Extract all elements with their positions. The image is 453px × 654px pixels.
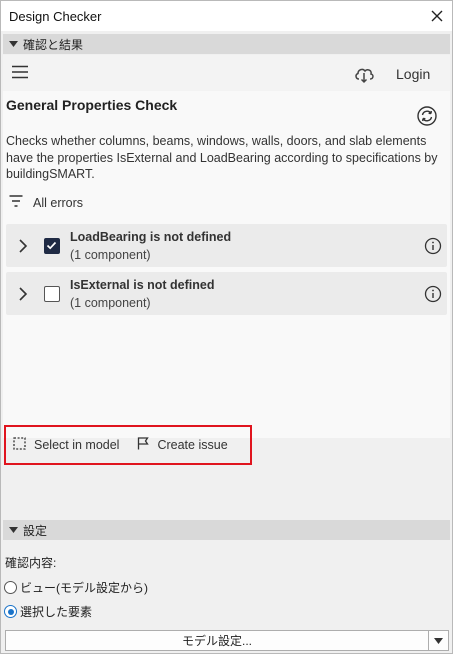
selection-box-icon	[13, 437, 26, 453]
rule-row-loadbearing[interactable]: LoadBearing is not defined (1 component)	[6, 224, 447, 267]
create-issue-label: Create issue	[157, 438, 228, 452]
create-issue-button[interactable]: Create issue	[137, 437, 228, 453]
filter-dropdown[interactable]: All errors	[9, 194, 83, 212]
collapse-triangle-icon	[3, 527, 23, 533]
collapse-triangle-icon	[3, 41, 23, 47]
rule-name: LoadBearing is not defined	[70, 230, 232, 244]
settings-section-header[interactable]: 設定	[3, 520, 450, 540]
radio-view-option[interactable]: ビュー(モデル設定から)	[4, 579, 148, 596]
filter-icon	[9, 194, 23, 212]
filter-label: All errors	[33, 196, 84, 210]
results-section-header[interactable]: 確認と結果	[3, 34, 450, 54]
panel-topbar: Login	[3, 55, 450, 91]
close-icon[interactable]	[422, 1, 452, 31]
model-settings-label: モデル設定...	[181, 634, 252, 648]
chevron-right-icon[interactable]	[16, 286, 30, 302]
check-title: General Properties Check	[6, 97, 178, 113]
hamburger-menu-icon[interactable]	[11, 65, 31, 81]
window-title: Design Checker	[9, 8, 102, 24]
settings-area: 確認内容: ビュー(モデル設定から) 選択した要素 モデル設定...	[1, 541, 452, 653]
results-section-label: 確認と結果	[23, 37, 84, 52]
rule-row-isexternal[interactable]: IsExternal is not defined (1 component)	[6, 272, 447, 315]
rule-component-count: (1 component)	[70, 296, 151, 310]
settings-section-label: 設定	[23, 523, 48, 538]
model-settings-dropdown[interactable]: モデル設定...	[5, 630, 449, 651]
radio-selected[interactable]	[4, 605, 17, 618]
check-content: General Properties Check Checks whether …	[3, 91, 450, 465]
login-button[interactable]: Login	[396, 66, 430, 82]
select-in-model-button[interactable]: Select in model	[13, 437, 119, 453]
refresh-icon[interactable]	[416, 105, 438, 127]
radio-view-label: ビュー(モデル設定から)	[20, 581, 148, 595]
rule-name: IsExternal is not defined	[70, 278, 215, 292]
info-icon[interactable]	[424, 237, 442, 255]
rule-checkbox-isexternal[interactable]	[44, 286, 60, 302]
confirm-content-label: 確認内容:	[5, 556, 57, 570]
chevron-right-icon[interactable]	[16, 238, 30, 254]
radio-selected-label: 選択した要素	[20, 605, 93, 619]
check-description: Checks whether columns, beams, windows, …	[6, 134, 438, 181]
radio-view[interactable]	[4, 581, 17, 594]
radio-selected-option[interactable]: 選択した要素	[4, 603, 92, 620]
dropdown-arrow-icon[interactable]	[428, 631, 448, 650]
design-checker-panel: Login General Properties Check Checks wh…	[3, 55, 450, 465]
rule-component-count: (1 component)	[70, 248, 151, 262]
design-checker-window: Design Checker 確認と結果 Login General Prope…	[0, 0, 453, 654]
rule-checkbox-loadbearing[interactable]	[44, 238, 60, 254]
info-icon[interactable]	[424, 285, 442, 303]
action-bar: Select in model Create issue	[4, 425, 252, 465]
cloud-sync-icon[interactable]	[353, 63, 375, 85]
flag-icon	[137, 437, 150, 453]
select-in-model-label: Select in model	[34, 438, 120, 452]
title-bar: Design Checker	[1, 1, 452, 31]
